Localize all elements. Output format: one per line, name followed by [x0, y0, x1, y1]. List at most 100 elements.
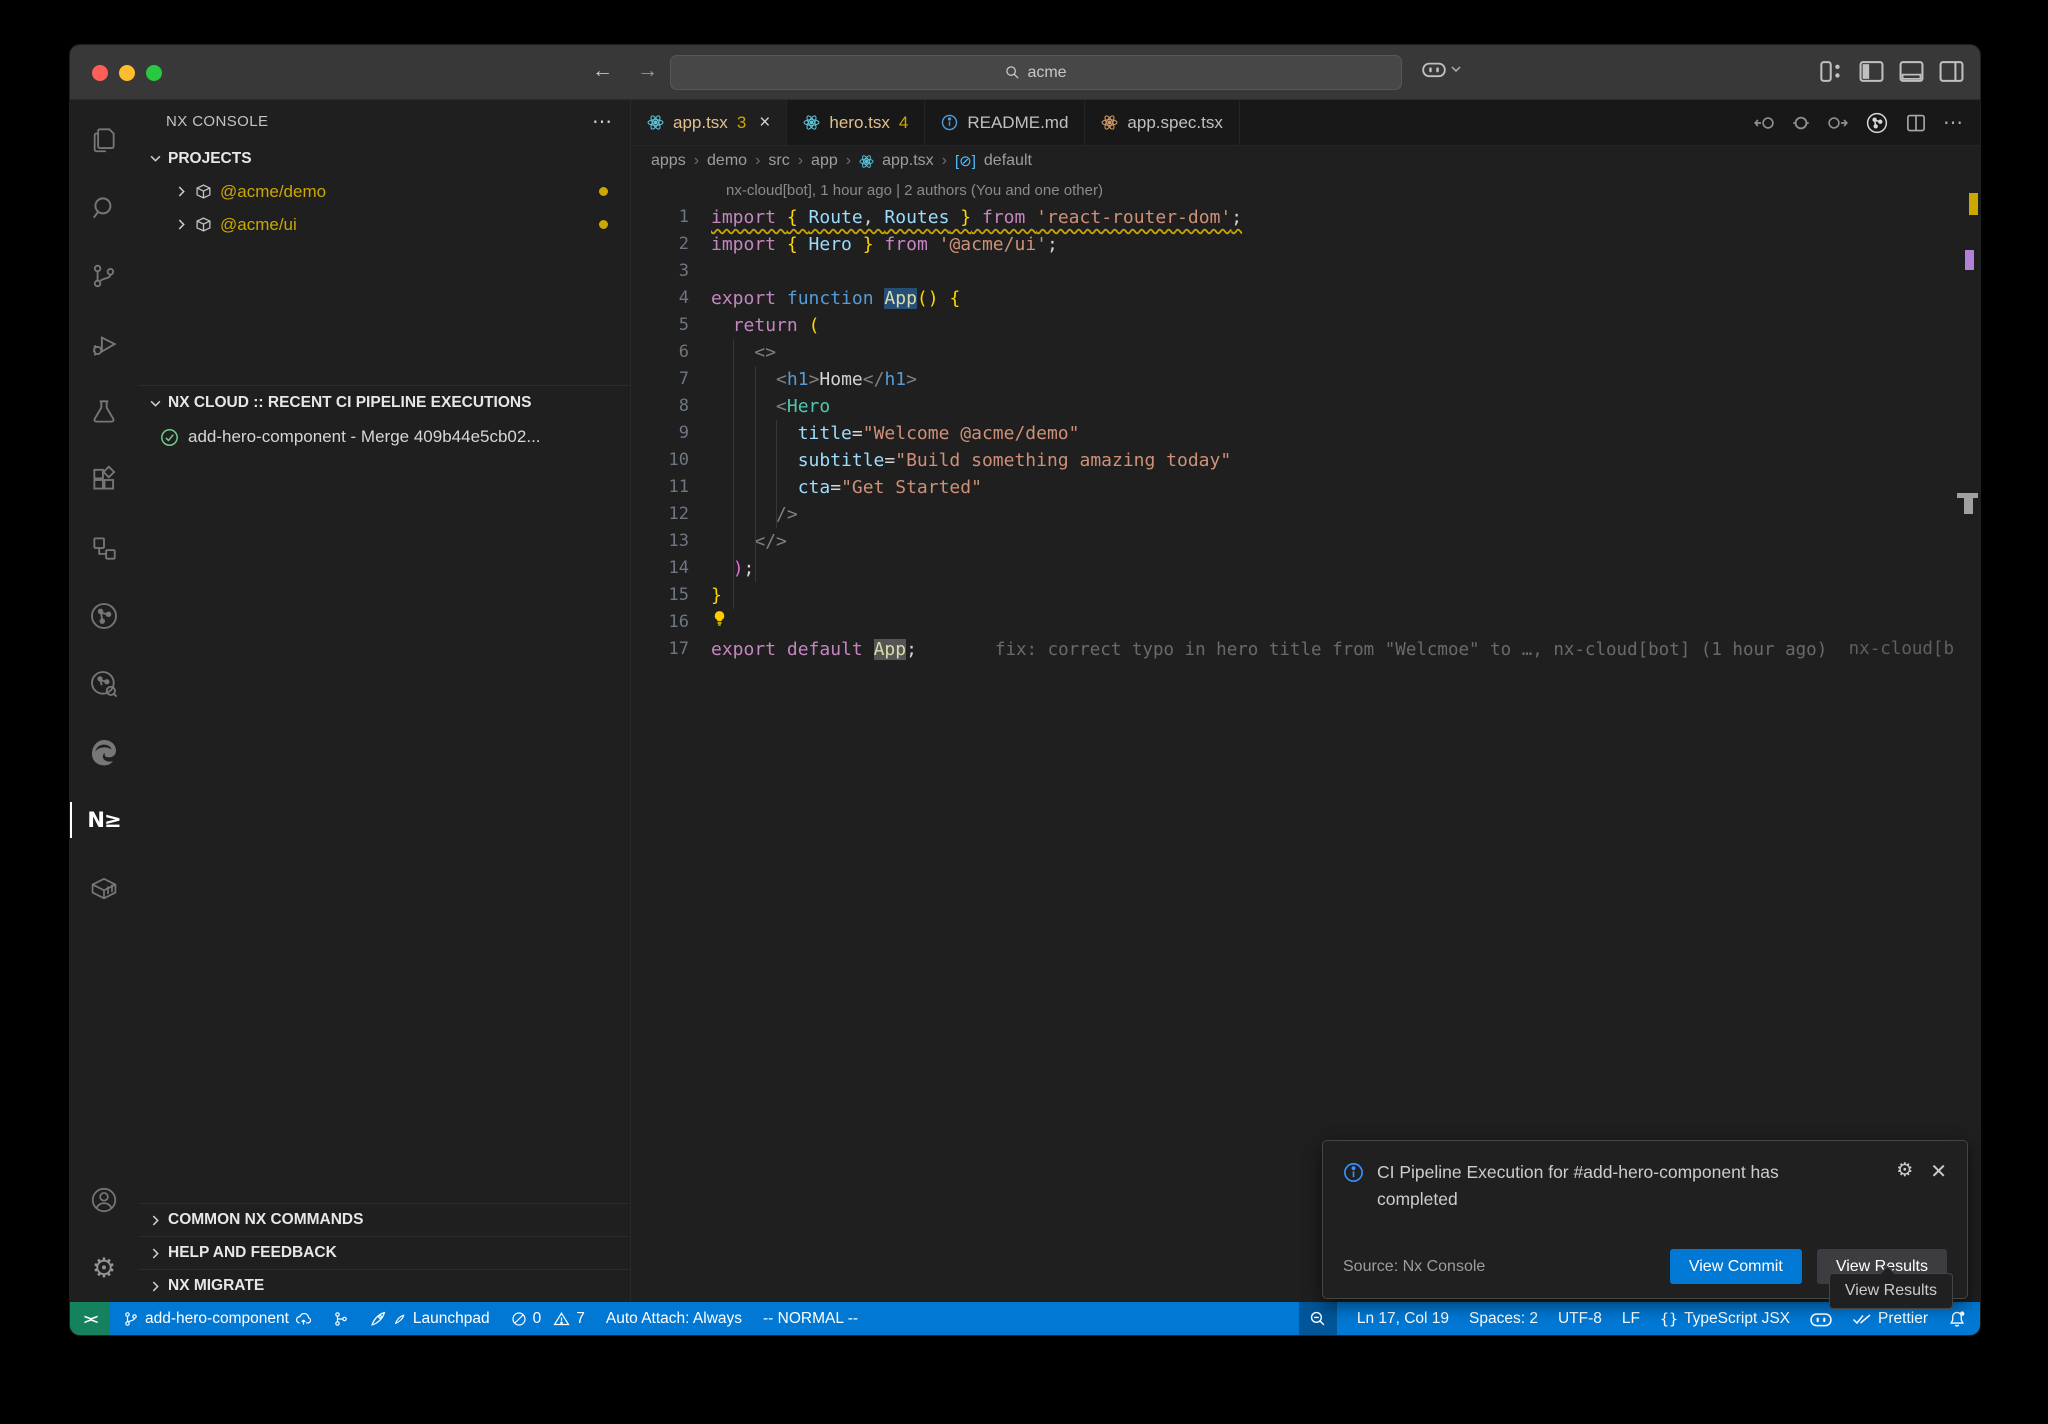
project-item-acme-demo[interactable]: @acme/demo — [138, 175, 630, 208]
view-commit-button[interactable]: View Commit — [1670, 1249, 1802, 1284]
activity-nx-graph-search[interactable] — [70, 650, 138, 718]
close-icon[interactable]: × — [759, 112, 770, 134]
breadcrumb-item[interactable]: app.tsx — [882, 152, 934, 170]
code-line-6[interactable]: 6 <> — [631, 339, 1980, 366]
code-line-16[interactable]: 16 — [631, 609, 1980, 636]
tab-readme-md[interactable]: README.md — [925, 100, 1085, 145]
statusbar-source-control-graph[interactable] — [333, 1311, 349, 1327]
statusbar-launchpad[interactable]: Launchpad — [370, 1310, 490, 1328]
breadcrumb-item[interactable]: app — [811, 152, 838, 170]
statusbar-copilot[interactable] — [1810, 1310, 1832, 1328]
nav-forward-circle-icon[interactable] — [1827, 114, 1848, 132]
section-common-nx-commands[interactable]: COMMON NX COMMANDS — [138, 1203, 630, 1236]
pipeline-execution-item[interactable]: add-hero-component - Merge 409b44e5cb02.… — [138, 420, 630, 454]
code-line-8[interactable]: 8 <Hero — [631, 393, 1980, 420]
chevron-right-icon — [150, 1248, 161, 1259]
sidebar-nx-console: NX CONSOLE ⋯ PROJECTS @acme — [138, 100, 630, 1302]
code-line-9[interactable]: 9 title="Welcome @acme/demo" — [631, 420, 1980, 447]
statusbar-branch[interactable]: add-hero-component — [123, 1310, 312, 1328]
activity-explorer[interactable] — [70, 106, 138, 174]
project-item-acme-ui[interactable]: @acme/ui — [138, 208, 630, 241]
code-line-2[interactable]: 2import { Hero } from '@acme/ui'; — [631, 231, 1980, 258]
git-blame-header[interactable]: nx-cloud[bot], 1 hour ago | 2 authors (Y… — [726, 176, 1980, 204]
notification-close-icon[interactable]: ✕ — [1930, 1159, 1947, 1184]
tab-label: app.spec.tsx — [1127, 113, 1222, 133]
command-center-search[interactable]: acme — [670, 55, 1402, 90]
code-editor[interactable]: nx-cloud[bot], 1 hour ago | 2 authors (Y… — [631, 176, 1980, 1302]
statusbar-cursor-position[interactable]: Ln 17, Col 19 — [1357, 1310, 1449, 1328]
notification-settings-gear-icon[interactable]: ⚙ — [1896, 1159, 1913, 1182]
statusbar-zoom-indicator[interactable] — [1299, 1302, 1337, 1335]
statusbar-eol[interactable]: LF — [1622, 1310, 1640, 1328]
breadcrumb-separator: › — [755, 152, 760, 170]
tab-app-spec-tsx[interactable]: app.spec.tsx — [1085, 100, 1239, 145]
activity-run-debug[interactable] — [70, 310, 138, 378]
code-line-3[interactable]: 3 — [631, 258, 1980, 285]
line-number: 8 — [631, 393, 689, 420]
close-window-button[interactable] — [92, 65, 108, 81]
activity-project-structure[interactable] — [70, 514, 138, 582]
breadcrumb-item[interactable]: src — [768, 152, 789, 170]
nav-back-circle-icon[interactable] — [1754, 114, 1775, 132]
activity-testing[interactable] — [70, 378, 138, 446]
history-back-button[interactable]: ← — [592, 59, 613, 83]
code-line-11[interactable]: 11 cta="Get Started" — [631, 474, 1980, 501]
activity-edge-browser[interactable] — [70, 718, 138, 786]
statusbar-formatter[interactable]: Prettier — [1852, 1310, 1928, 1328]
code-line-12[interactable]: 12 /> — [631, 501, 1980, 528]
statusbar-problems[interactable]: 0 7 — [511, 1310, 585, 1328]
split-editor-icon[interactable] — [1906, 113, 1926, 133]
activity-accounts[interactable] — [70, 1166, 138, 1234]
code-line-10[interactable]: 10 subtitle="Build something amazing tod… — [631, 447, 1980, 474]
activity-nx-project-graph[interactable] — [70, 582, 138, 650]
section-nx-migrate[interactable]: NX MIGRATE — [138, 1269, 630, 1302]
more-actions-icon[interactable]: ⋯ — [592, 109, 614, 134]
statusbar-notifications[interactable] — [1948, 1310, 1966, 1328]
breadcrumb-item[interactable]: apps — [651, 152, 686, 170]
customize-layout-icon[interactable] — [1819, 59, 1844, 84]
copilot-menu-button[interactable] — [1422, 59, 1461, 79]
section-projects[interactable]: PROJECTS — [138, 142, 630, 175]
section-help-feedback[interactable]: HELP AND FEEDBACK — [138, 1236, 630, 1269]
toggle-panel-icon[interactable] — [1899, 59, 1924, 84]
activity-settings[interactable]: ⚙ — [70, 1234, 138, 1302]
tab-app-tsx[interactable]: app.tsx 3 × — [631, 100, 787, 145]
code-line-17[interactable]: 17export default App;fix: correct typo i… — [631, 636, 1980, 663]
code-line-7[interactable]: 7 <h1>Home</h1> — [631, 366, 1980, 393]
git-branch-graph-icon — [333, 1311, 349, 1327]
activity-containers[interactable] — [70, 854, 138, 922]
remote-indicator[interactable]: >< — [70, 1302, 110, 1335]
statusbar-encoding[interactable]: UTF-8 — [1558, 1310, 1602, 1328]
activity-nx-console[interactable]: N≥ — [70, 786, 138, 854]
statusbar-indentation[interactable]: Spaces: 2 — [1469, 1310, 1538, 1328]
code-line-15[interactable]: 15} — [631, 582, 1980, 609]
zoom-window-button[interactable] — [146, 65, 162, 81]
cursor-position-label: Ln 17, Col 19 — [1357, 1310, 1449, 1328]
indentation-label: Spaces: 2 — [1469, 1310, 1538, 1328]
breadcrumb-item[interactable]: default — [984, 152, 1032, 170]
code-line-14[interactable]: 14 ); — [631, 555, 1980, 582]
code-line-13[interactable]: 13 </> — [631, 528, 1980, 555]
statusbar-vim-mode[interactable]: -- NORMAL -- — [763, 1310, 858, 1328]
history-forward-button[interactable]: → — [637, 59, 658, 83]
nav-circle-icon[interactable] — [1792, 114, 1810, 132]
statusbar-language[interactable]: {} TypeScript JSX — [1660, 1310, 1790, 1328]
activity-search[interactable] — [70, 174, 138, 242]
activity-source-control[interactable] — [70, 242, 138, 310]
chevron-right-icon — [150, 1281, 161, 1292]
lightbulb-icon[interactable] — [711, 610, 728, 627]
code-line-5[interactable]: 5 return ( — [631, 312, 1980, 339]
code-line-1[interactable]: 1import { Route, Routes } from 'react-ro… — [631, 204, 1980, 231]
tab-hero-tsx[interactable]: hero.tsx 4 — [787, 100, 925, 145]
code-line-4[interactable]: 4export function App() { — [631, 285, 1980, 312]
more-actions-icon[interactable]: ⋯ — [1943, 110, 1964, 135]
toggle-secondary-sidebar-icon[interactable] — [1939, 59, 1964, 84]
activity-extensions[interactable] — [70, 446, 138, 514]
breadcrumb-item[interactable]: demo — [707, 152, 747, 170]
toggle-primary-sidebar-icon[interactable] — [1859, 59, 1884, 84]
section-nx-cloud[interactable]: NX CLOUD :: RECENT CI PIPELINE EXECUTION… — [138, 385, 630, 420]
nx-graph-icon[interactable] — [1865, 111, 1889, 135]
line-number: 16 — [631, 609, 689, 636]
statusbar-auto-attach[interactable]: Auto Attach: Always — [606, 1310, 742, 1328]
minimize-window-button[interactable] — [119, 65, 135, 81]
